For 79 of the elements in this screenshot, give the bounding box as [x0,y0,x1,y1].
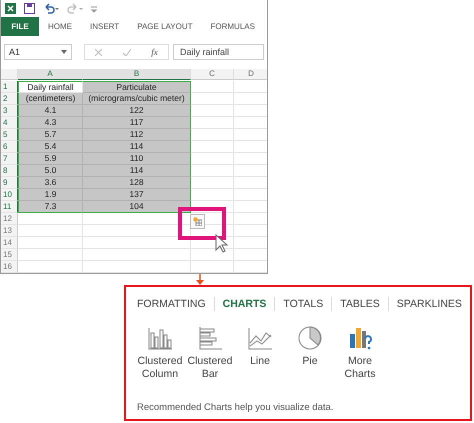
row-header[interactable]: 11 [1,200,18,213]
chart-option-label[interactable]: Line [235,355,285,368]
quick-analysis-button[interactable] [190,214,205,229]
save-icon[interactable] [24,3,35,14]
row-header[interactable]: 10 [1,188,18,201]
column-header[interactable]: B [83,68,191,80]
row-header[interactable]: 7 [1,152,18,165]
panel-tab[interactable]: FORMATTING [137,297,214,311]
arrow-icon [195,274,205,285]
table-cell: 5.9 [18,152,83,165]
chart-option-label[interactable]: Pie [285,355,335,368]
table-cell: 7.3 [18,200,83,213]
panel-tab[interactable]: SPARKLINES [388,297,470,311]
table-cell: 5.4 [18,140,83,153]
line-chart-icon [247,325,273,351]
chart-question-icon [347,325,373,351]
table-cell: 4.3 [18,116,83,129]
bar-chart-icon [197,325,223,351]
table-cell: 3.6 [18,176,83,189]
panel-tab[interactable]: TABLES [331,297,388,311]
row-header[interactable]: 8 [1,164,18,177]
table-cell: 114 [83,164,191,177]
row-header[interactable]: 14 [1,236,18,249]
empty-cell [191,260,234,273]
column-header[interactable]: C [191,68,234,80]
chart-option-label[interactable]: Clustered Bar [185,355,235,381]
row-header[interactable]: 16 [1,260,18,273]
table-cell: (micrograms/cubic meter) [83,92,191,105]
caret-icon[interactable] [61,50,67,54]
row-header[interactable]: 12 [1,212,18,225]
table-cell: Daily rainfall [18,80,83,93]
table-cell: 114 [83,140,191,153]
panel-tab[interactable]: TOTALS [274,297,332,311]
panel-hint: Recommended Charts help you visualize data. [137,402,334,413]
caret-icon[interactable] [91,4,97,13]
column-header[interactable]: A [18,68,83,80]
row-header[interactable]: 4 [1,116,18,129]
row-header[interactable]: 2 [1,92,18,105]
ribbon-tab[interactable]: INSERT [81,17,128,36]
chart-option-label[interactable]: Clustered Column [135,355,185,381]
row-header[interactable]: 13 [1,224,18,237]
cancel-icon[interactable] [95,48,102,56]
formula-field[interactable]: Daily rainfall [173,44,264,60]
ribbon-tab[interactable]: PAGE LAYOUT [128,17,202,36]
column-chart-icon [147,325,173,351]
row-header[interactable]: 5 [1,128,18,141]
table-cell: 122 [83,104,191,117]
name-box[interactable]: A1 [4,44,72,60]
quick-analysis-icon [193,217,202,226]
row-header[interactable]: 1 [1,80,18,93]
chart-option-label[interactable]: More Charts [335,355,385,381]
table-cell: 5.0 [18,164,83,177]
file-tab[interactable]: FILE [1,17,39,36]
table-cell: (centimeters) [18,92,83,105]
panel-tab[interactable]: CHARTS [214,297,274,311]
ribbon-tab[interactable]: HOME [39,17,81,36]
table-cell: 4.1 [18,104,83,117]
check-icon[interactable] [122,48,131,56]
excel-logo-icon [5,3,16,14]
redo-icon[interactable] [67,3,83,14]
pie-chart-icon [297,325,323,351]
row-header[interactable]: 3 [1,104,18,117]
row-header[interactable]: 6 [1,140,18,153]
table-cell: Particulate [83,80,191,93]
insert-function-button[interactable]: fx [151,47,158,58]
undo-icon[interactable] [43,3,59,14]
table-cell: 117 [83,116,191,129]
table-cell: 1.9 [18,188,83,201]
cursor-icon [215,234,229,254]
ribbon-tab[interactable]: FORMULAS [201,17,264,36]
column-header[interactable]: D [234,68,267,80]
row-header[interactable]: 15 [1,248,18,261]
table-cell: 128 [83,176,191,189]
table-cell: 110 [83,152,191,165]
table-cell: 137 [83,188,191,201]
select-all-corner[interactable] [1,68,18,80]
table-cell: 112 [83,128,191,141]
row-header[interactable]: 9 [1,176,18,189]
table-cell: 5.7 [18,128,83,141]
